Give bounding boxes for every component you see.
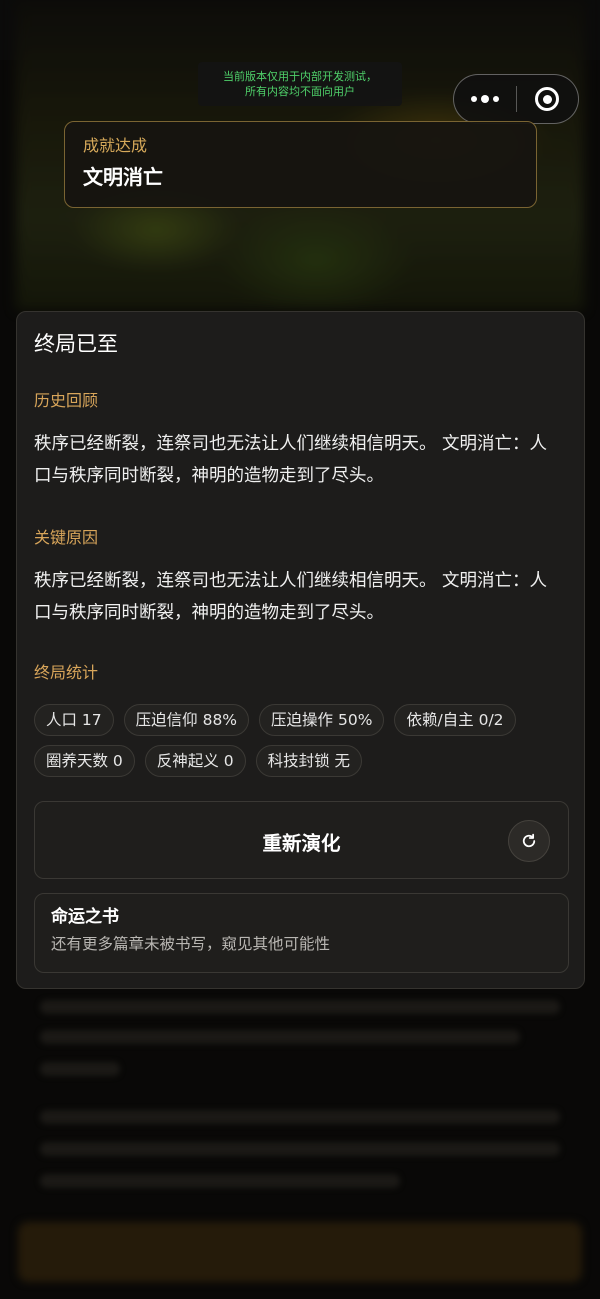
causes-text: 秩序已经断裂，连祭司也无法让人们继续相信明天。 文明消亡：人口与秩序同时断裂，神… (34, 571, 548, 623)
stat-chip: 圈养天数 0 (34, 745, 135, 777)
book-subtitle: 还有更多篇章未被书写，窥见其他可能性 (51, 935, 331, 953)
history-text: 秩序已经断裂，连祭司也无法让人们继续相信明天。 文明消亡：人口与秩序同时断裂，神… (34, 434, 548, 486)
target-circle-icon (535, 87, 560, 111)
stat-chip: 压迫信仰 88% (123, 704, 250, 736)
stat-chip: 反神起义 0 (144, 745, 246, 777)
book-title: 命运之书 (51, 907, 119, 927)
achievement-title: 文明消亡 (83, 165, 163, 189)
stat-chip: 压迫操作 50% (259, 704, 385, 736)
more-dots-icon (470, 95, 499, 103)
ending-panel: 终局已至 历史回顾 秩序已经断裂，连祭司也无法让人们继续相信明天。 文明消亡：人… (16, 311, 585, 989)
dev-notice-line1: 当前版本仅用于内部开发测试， (223, 70, 377, 83)
close-miniprogram-button[interactable] (517, 75, 579, 123)
restart-label: 重新演化 (262, 832, 341, 855)
stat-chip: 人口 17 (34, 704, 114, 736)
restart-button[interactable]: 重新演化 (34, 801, 569, 879)
achievement-kicker: 成就达成 (83, 136, 148, 155)
capsule-menu (453, 74, 579, 124)
causes-heading: 关键原因 (34, 528, 99, 547)
stats-heading: 终局统计 (34, 663, 99, 682)
refresh-icon (508, 820, 550, 862)
dev-notice-line2: 所有内容均不面向用户 (245, 85, 355, 98)
more-button[interactable] (454, 75, 516, 123)
panel-title: 终局已至 (34, 332, 118, 356)
stat-chip: 科技封锁 无 (255, 745, 363, 777)
history-heading: 历史回顾 (34, 391, 99, 410)
book-of-fate-card[interactable]: 命运之书 还有更多篇章未被书写，窥见其他可能性 (34, 893, 569, 973)
stat-chip: 依赖/自主 0/2 (394, 704, 516, 736)
achievement-toast: 成就达成 文明消亡 (64, 121, 537, 208)
stats-chips: 人口 17 压迫信仰 88% 压迫操作 50% 依赖/自主 0/2 圈养天数 0… (34, 704, 574, 777)
dev-notice: 当前版本仅用于内部开发测试， 所有内容均不面向用户 (198, 62, 402, 106)
